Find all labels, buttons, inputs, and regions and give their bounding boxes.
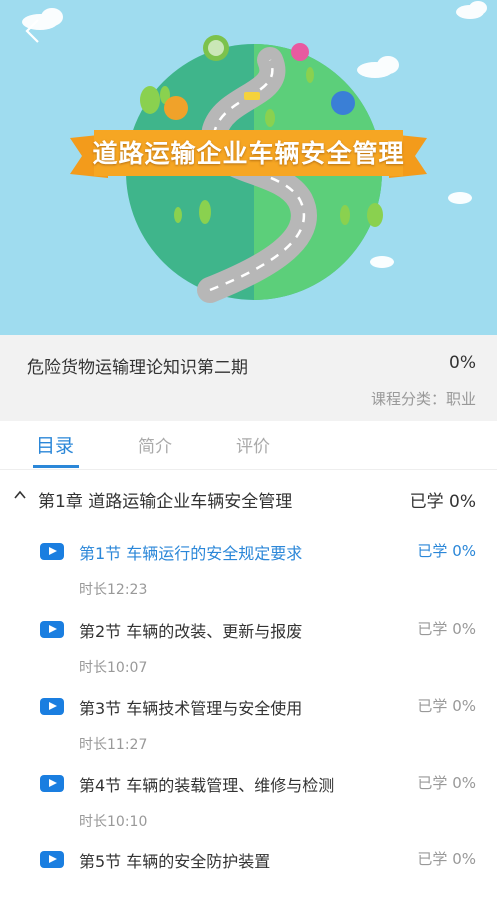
chapter-header[interactable]: 第1章 道路运输企业车辆安全管理 已学 0% (0, 482, 497, 516)
course-title: 危险货物运输理论知识第二期 (27, 358, 248, 378)
section-duration: 时长12:23 (79, 582, 148, 598)
section-title: 第5节 车辆的安全防护装置 (79, 852, 271, 871)
section-status: 已学 0% (417, 697, 476, 715)
course-info: 危险货物运输理论知识第二期 0% 课程分类：职业 (0, 335, 497, 421)
section-item[interactable]: 第4节 车辆的装载管理、维修与检测 已学 0% 时长10:10 (0, 769, 497, 839)
course-progress: 0% (449, 353, 476, 373)
section-item[interactable]: 第2节 车辆的改装、更新与报废 已学 0% 时长10:07 (0, 615, 497, 685)
section-title: 第1节 车辆运行的安全规定要求 (79, 544, 303, 563)
play-icon[interactable] (40, 775, 64, 792)
chevron-up-icon[interactable] (14, 489, 26, 504)
back-icon[interactable] (22, 16, 48, 46)
section-item[interactable]: 第5节 车辆的安全防护装置 已学 0% (0, 845, 497, 915)
tab-reviews[interactable]: 评价 (236, 432, 270, 457)
section-status: 已学 0% (417, 620, 476, 638)
section-status: 已学 0% (417, 774, 476, 792)
section-status: 已学 0% (417, 850, 476, 868)
banner-title: 道路运输企业车辆安全管理 (92, 139, 405, 168)
section-item[interactable]: 第1节 车辆运行的安全规定要求 已学 0% 时长12:23 (0, 537, 497, 607)
play-icon[interactable] (40, 543, 64, 560)
section-title: 第2节 车辆的改装、更新与报废 (79, 622, 303, 641)
course-category: 课程分类：职业 (370, 390, 476, 408)
play-icon[interactable] (40, 698, 64, 715)
section-duration: 时长11:27 (79, 737, 148, 753)
play-icon[interactable] (40, 621, 64, 638)
section-status: 已学 0% (417, 542, 476, 560)
tab-intro[interactable]: 简介 (138, 432, 172, 457)
play-icon[interactable] (40, 851, 64, 868)
chapter-status: 已学 0% (409, 492, 476, 512)
chapter-title: 第1章 道路运输企业车辆安全管理 (38, 492, 293, 512)
course-banner: 道路运输企业车辆安全管理 (0, 0, 497, 335)
section-duration: 时长10:07 (79, 660, 148, 676)
section-item[interactable]: 第3节 车辆技术管理与安全使用 已学 0% 时长11:27 (0, 692, 497, 762)
active-tab-indicator (33, 465, 79, 468)
section-title: 第4节 车辆的装载管理、维修与检测 (79, 776, 335, 795)
section-duration: 时长10:10 (79, 814, 148, 830)
tab-catalog[interactable]: 目录 (36, 431, 74, 458)
tab-bar: 目录 简介 评价 (0, 421, 497, 470)
section-title: 第3节 车辆技术管理与安全使用 (79, 699, 303, 718)
